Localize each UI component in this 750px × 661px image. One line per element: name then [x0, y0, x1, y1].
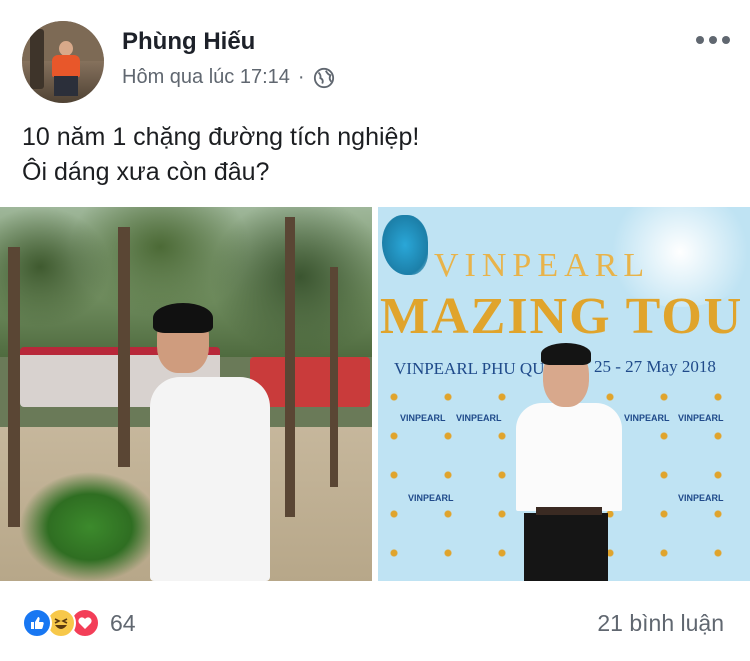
backdrop-title-top: VINPEARL — [434, 247, 651, 284]
post-text-line: 10 năm 1 chặng đường tích nghiệp! — [22, 123, 420, 151]
post-meta: Hôm qua lúc 17:14 · — [122, 66, 335, 89]
photo-left[interactable] — [0, 207, 372, 581]
backdrop-subtitle: VINPEARL PHU QU — [394, 359, 545, 378]
backdrop-title-main: MAZING TOU — [380, 288, 744, 345]
like-icon — [22, 608, 52, 638]
post-timestamp[interactable]: Hôm qua lúc 17:14 — [122, 66, 290, 89]
backdrop-logo-word: VINPEARL — [408, 493, 454, 503]
backdrop-logo-word: VINPEARL — [678, 413, 724, 423]
photo-right[interactable]: VINPEARL MAZING TOU VINPEARL PHU QU 25 -… — [378, 207, 750, 581]
globe-icon[interactable] — [313, 67, 335, 89]
comment-count-link[interactable]: 21 bình luận — [597, 610, 724, 637]
post-text: 10 năm 1 chặng đường tích nghiệp! Ôi dán… — [22, 120, 419, 190]
backdrop-date: 25 - 27 May 2018 — [594, 357, 716, 376]
backdrop-logo-word: VINPEARL — [400, 413, 446, 423]
author-avatar[interactable] — [22, 21, 104, 103]
meta-separator: · — [297, 66, 305, 88]
post-text-line: Ôi dáng xưa còn đâu? — [22, 158, 270, 186]
author-name[interactable]: Phùng Hiếu — [122, 28, 255, 56]
backdrop-logo-word: VINPEARL — [624, 413, 670, 423]
more-options-icon[interactable] — [696, 36, 730, 44]
backdrop-logo-word: VINPEARL — [678, 493, 724, 503]
post-footer: 64 21 bình luận — [0, 596, 750, 646]
backdrop-logo-word: VINPEARL — [456, 413, 502, 423]
post-card: Phùng Hiếu Hôm qua lúc 17:14 · 10 năm 1 … — [0, 0, 750, 661]
leaf-graphic — [382, 215, 428, 275]
reactions-summary[interactable]: 64 — [22, 608, 136, 638]
reaction-count: 64 — [110, 609, 136, 636]
